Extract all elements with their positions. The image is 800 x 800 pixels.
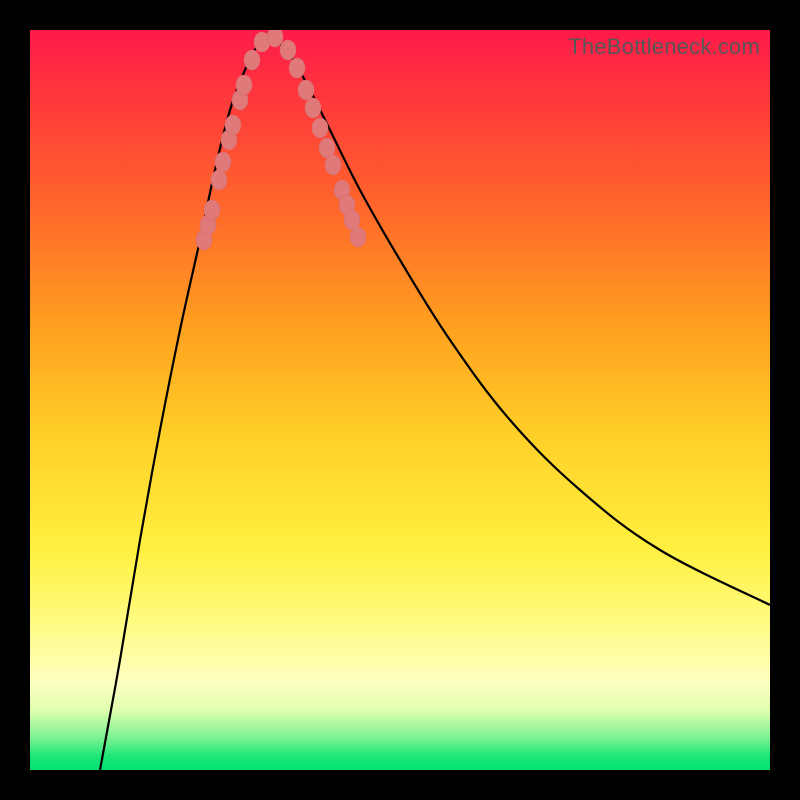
data-marker [236, 75, 252, 95]
data-marker [225, 115, 241, 135]
data-marker [204, 200, 220, 220]
data-marker [267, 30, 283, 47]
chart-svg [30, 30, 770, 770]
data-marker [312, 118, 328, 138]
chart-frame: TheBottleneck.com [0, 0, 800, 800]
data-marker [325, 155, 341, 175]
data-marker [280, 40, 296, 60]
data-marker [211, 170, 227, 190]
data-marker [305, 98, 321, 118]
data-marker [298, 80, 314, 100]
plot-area: TheBottleneck.com [30, 30, 770, 770]
left-branch-curve [100, 35, 270, 770]
data-marker [215, 152, 231, 172]
data-marker [244, 50, 260, 70]
data-marker [350, 227, 366, 247]
data-marker [289, 58, 305, 78]
marker-group [196, 30, 366, 250]
right-branch-curve [270, 35, 770, 605]
